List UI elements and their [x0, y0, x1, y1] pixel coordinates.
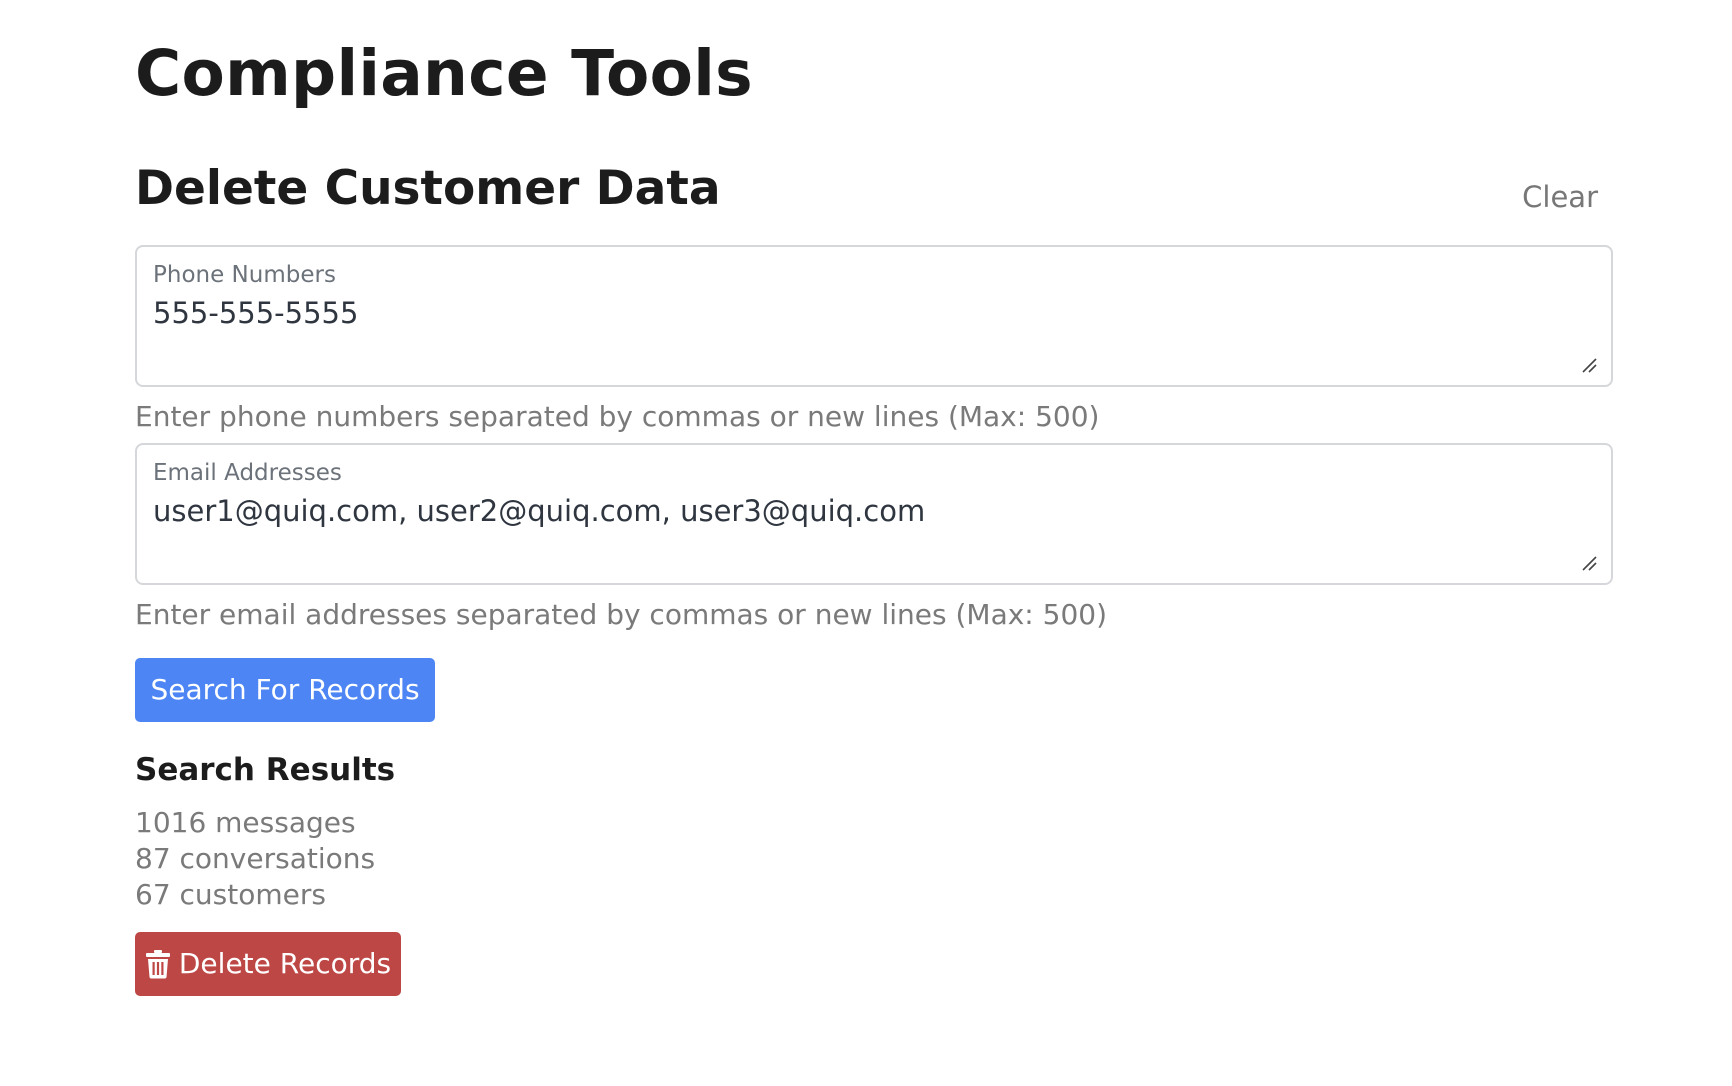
- email-addresses-field[interactable]: Email Addresses user1@quiq.com, user2@qu…: [135, 443, 1613, 585]
- phone-numbers-helper: Enter phone numbers separated by commas …: [135, 400, 1100, 433]
- delete-records-button[interactable]: Delete Records: [135, 932, 401, 996]
- phone-numbers-label: Phone Numbers: [153, 262, 336, 288]
- email-addresses-helper: Enter email addresses separated by comma…: [135, 598, 1108, 631]
- page-title: Compliance Tools: [135, 37, 753, 110]
- email-addresses-label: Email Addresses: [153, 460, 342, 486]
- phone-numbers-value[interactable]: 555-555-5555: [153, 294, 358, 332]
- search-button-label: Search For Records: [150, 673, 420, 706]
- search-results-title: Search Results: [135, 752, 396, 788]
- clear-button[interactable]: Clear: [1522, 177, 1598, 217]
- resize-handle-icon[interactable]: [1581, 555, 1597, 571]
- email-addresses-value[interactable]: user1@quiq.com, user2@quiq.com, user3@qu…: [153, 492, 925, 530]
- result-customers: 67 customers: [135, 878, 326, 911]
- result-messages: 1016 messages: [135, 806, 356, 839]
- delete-button-label: Delete Records: [178, 947, 392, 980]
- section-title: Delete Customer Data: [135, 161, 721, 216]
- resize-handle-icon[interactable]: [1581, 357, 1597, 373]
- search-for-records-button[interactable]: Search For Records: [135, 658, 435, 722]
- phone-numbers-field[interactable]: Phone Numbers 555-555-5555: [135, 245, 1613, 387]
- result-conversations: 87 conversations: [135, 842, 376, 875]
- search-results-list: 1016 messages 87 conversations 67 custom…: [135, 805, 375, 913]
- trash-icon: [145, 950, 170, 979]
